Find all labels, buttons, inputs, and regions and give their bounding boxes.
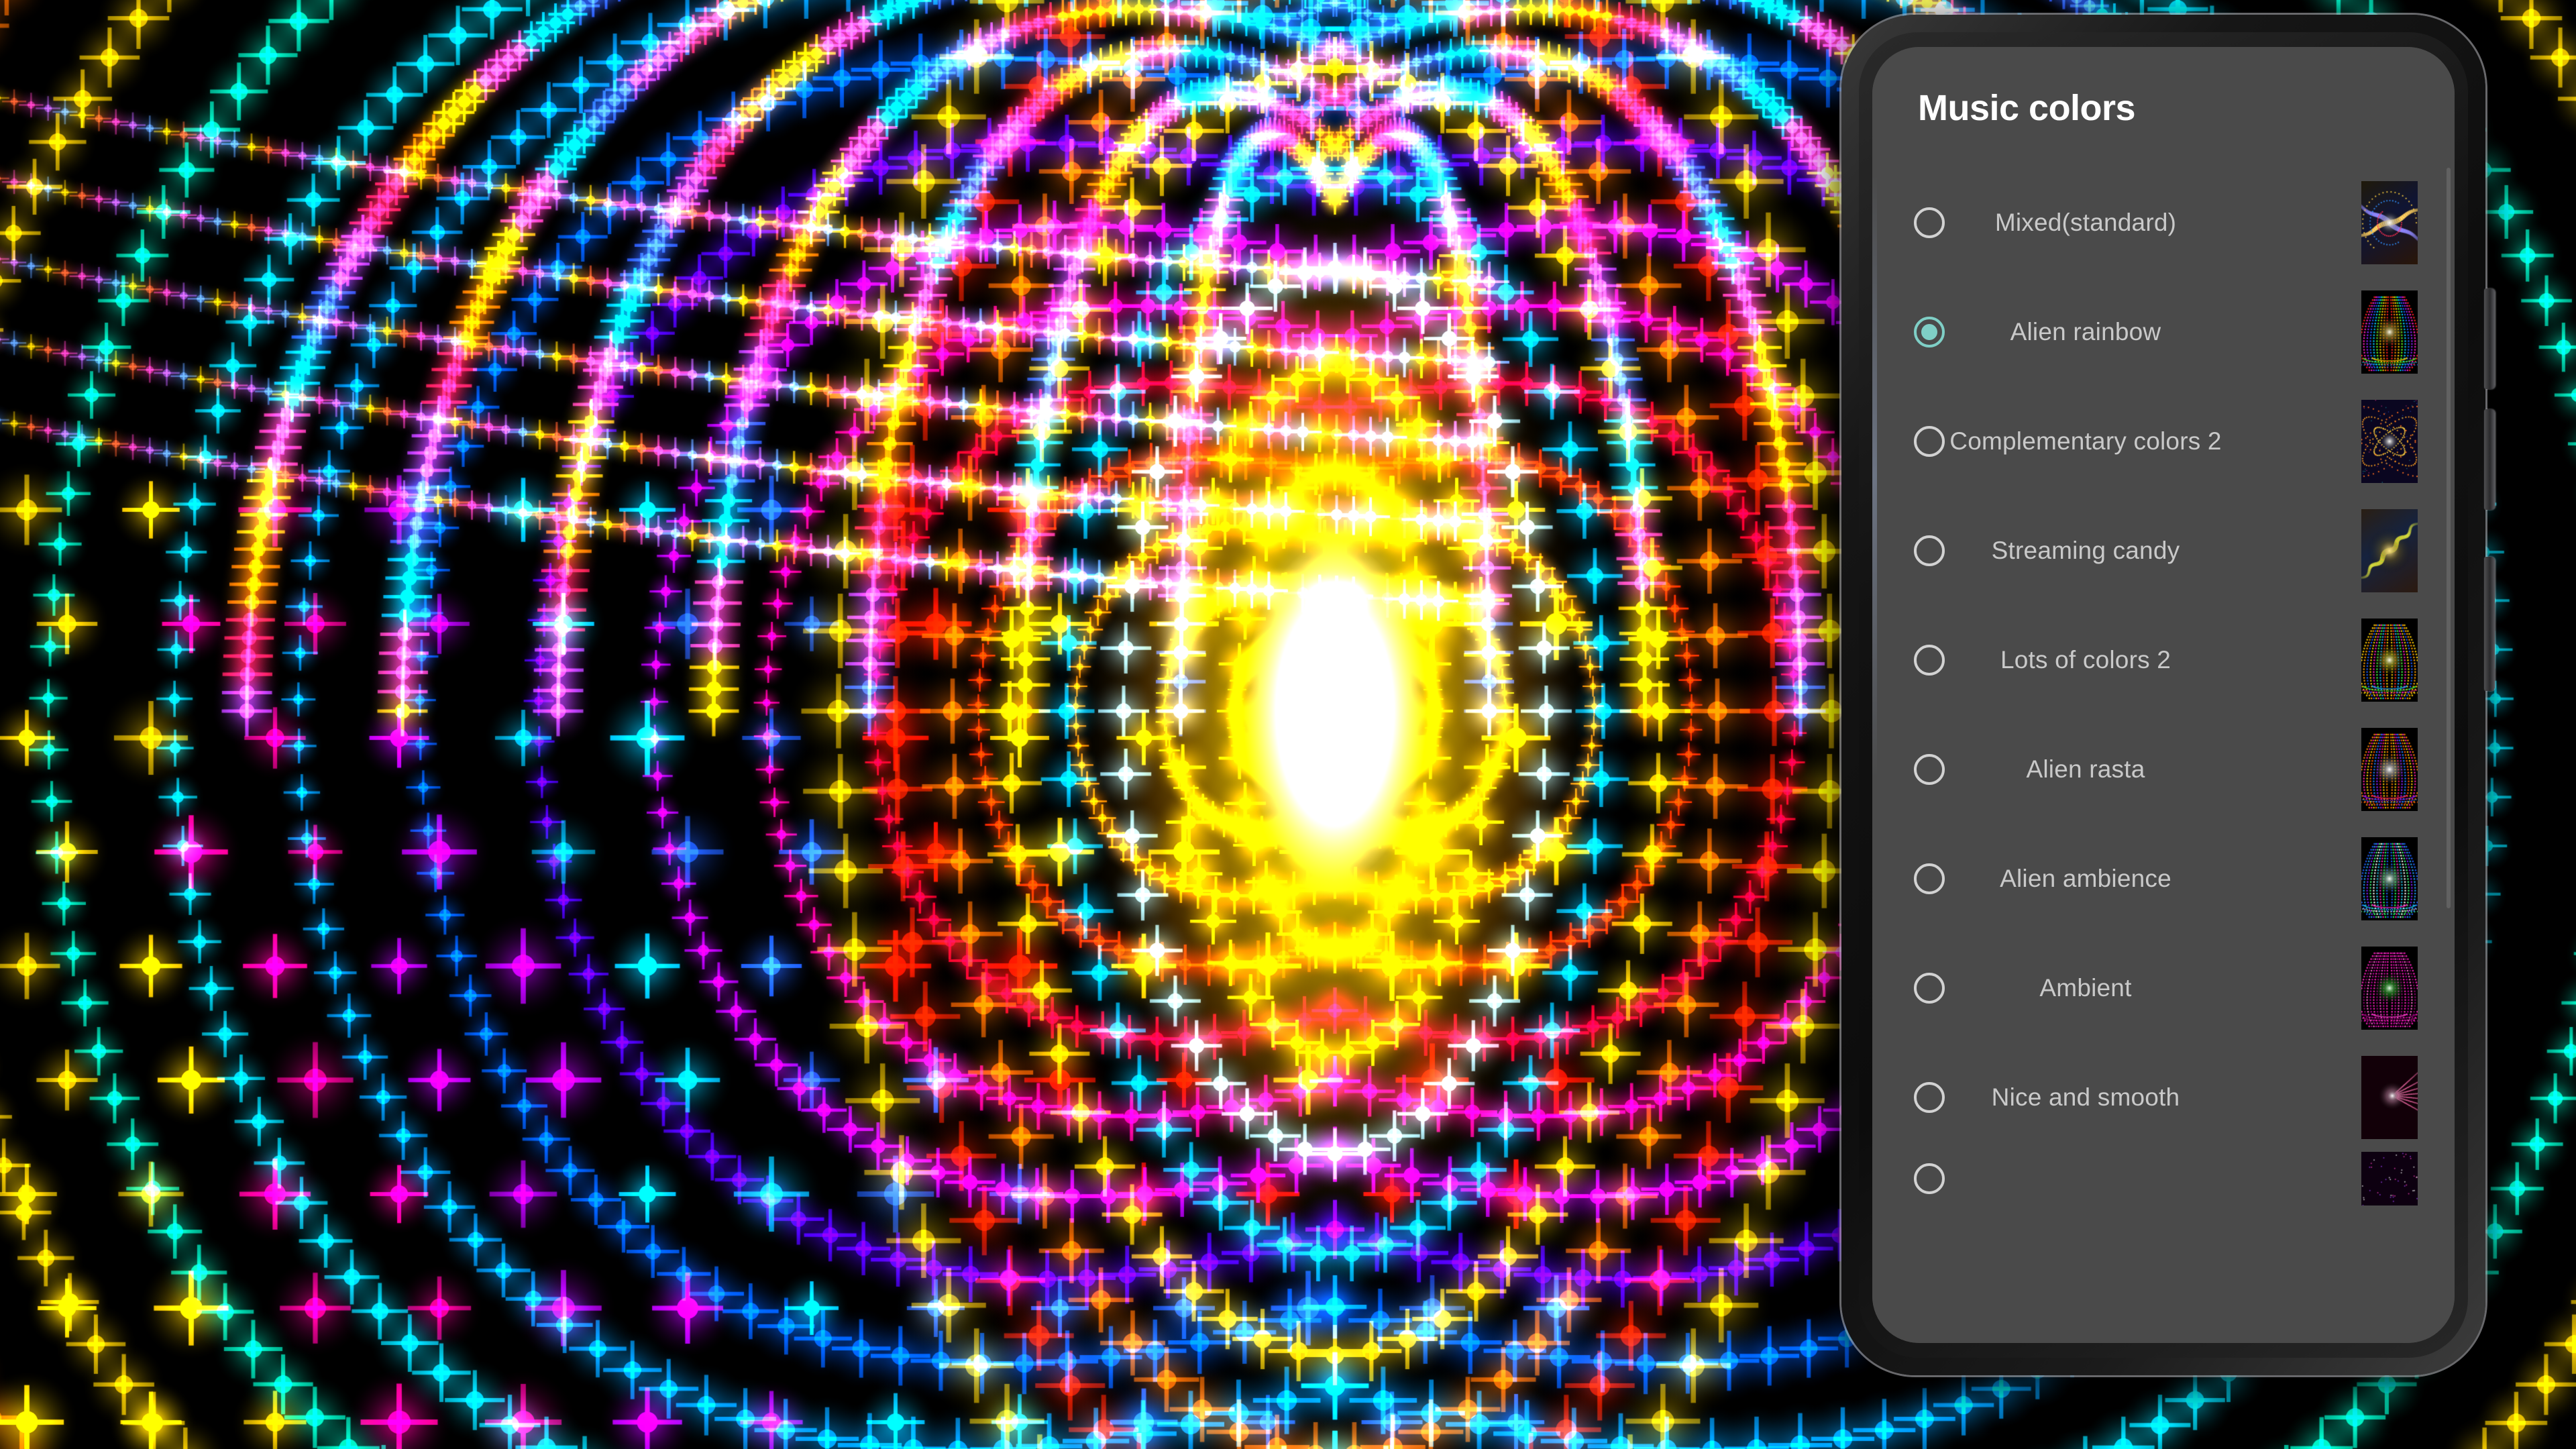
color-preset-thumbnail[interactable] xyxy=(2361,947,2418,1030)
music-colors-dialog: Music colors Mixed(standard) Alien rainbo… xyxy=(1872,47,2455,1343)
phone-bezel: Music colors Mixed(standard) Alien rainbo… xyxy=(1859,32,2468,1358)
list-scrollbar[interactable] xyxy=(2447,168,2451,1343)
color-preset-row[interactable]: Mixed(standard) xyxy=(1872,168,2455,277)
color-preset-label: Streaming candy xyxy=(1872,537,2299,565)
scrollbar-thumb[interactable] xyxy=(2447,168,2451,908)
color-preset-thumbnail[interactable] xyxy=(2361,728,2418,811)
color-preset-label: Nice and smooth xyxy=(1872,1083,2299,1112)
color-preset-label: Complementary colors 2 xyxy=(1872,427,2299,455)
color-preset-label: Alien ambience xyxy=(1872,865,2299,893)
color-preset-thumbnail[interactable] xyxy=(2361,1152,2418,1205)
color-preset-thumbnail[interactable] xyxy=(2361,400,2418,483)
color-preset-thumbnail[interactable] xyxy=(2361,1056,2418,1139)
volume-down-button[interactable] xyxy=(2484,409,2495,510)
volume-up-button[interactable] xyxy=(2484,288,2495,389)
color-preset-row[interactable]: Complementary colors 2 xyxy=(1872,386,2455,496)
color-preset-row[interactable]: Alien rasta xyxy=(1872,714,2455,824)
color-preset-label: Lots of colors 2 xyxy=(1872,646,2299,674)
phone-screen: Music colors Mixed(standard) Alien rainbo… xyxy=(1872,47,2455,1343)
radio-button-icon[interactable] xyxy=(1914,1163,1945,1194)
color-preset-thumbnail[interactable] xyxy=(2361,837,2418,920)
color-preset-row[interactable]: Nice and smooth xyxy=(1872,1042,2455,1152)
color-preset-thumbnail[interactable] xyxy=(2361,509,2418,592)
color-preset-label: Alien rasta xyxy=(1872,755,2299,784)
dialog-title: Music colors xyxy=(1918,87,2135,129)
color-preset-thumbnail[interactable] xyxy=(2361,290,2418,374)
color-preset-row[interactable]: Ambient xyxy=(1872,933,2455,1042)
color-preset-label: Alien rainbow xyxy=(1872,318,2299,346)
color-preset-row[interactable] xyxy=(1872,1152,2455,1205)
color-preset-label: Ambient xyxy=(1872,974,2299,1002)
color-preset-row[interactable]: Alien ambience xyxy=(1872,824,2455,933)
screen-root: Music colors Mixed(standard) Alien rainbo… xyxy=(0,0,2576,1449)
color-preset-row[interactable]: Streaming candy xyxy=(1872,496,2455,605)
power-button[interactable] xyxy=(2484,557,2495,691)
color-preset-thumbnail[interactable] xyxy=(2361,181,2418,264)
color-preset-list[interactable]: Mixed(standard) Alien rainbow Complementar… xyxy=(1872,168,2455,1343)
color-preset-thumbnail[interactable] xyxy=(2361,619,2418,702)
color-preset-row[interactable]: Alien rainbow xyxy=(1872,277,2455,386)
color-preset-label: Mixed(standard) xyxy=(1872,209,2299,237)
color-preset-row[interactable]: Lots of colors 2 xyxy=(1872,605,2455,714)
phone-device-frame: Music colors Mixed(standard) Alien rainbo… xyxy=(1841,15,2485,1375)
